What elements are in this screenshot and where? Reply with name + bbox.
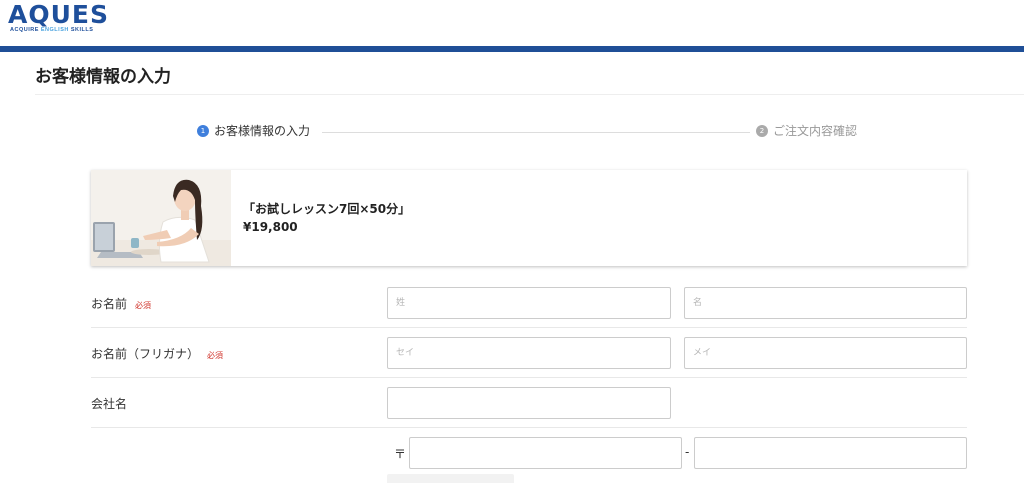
woman-with-laptop-image [91,170,231,266]
product-image [91,170,231,266]
logo-tagline: ACQUIRE ENGLISH SKILLS [10,27,94,33]
required-badge: 必須 [135,301,152,310]
site-header: AQUES ACQUIRE ENGLISH SKILLS [0,0,1024,46]
last-name-kana-input[interactable] [387,337,671,369]
first-name-kana-input[interactable] [684,337,967,369]
product-price: ¥19,800 [243,220,298,234]
company-label: 会社名 [91,397,128,411]
step-number-badge: 2 [756,124,768,137]
last-name-input[interactable] [387,287,671,319]
step-label: ご注文内容確認 [773,124,858,138]
required-badge: 必須 [207,351,224,360]
form-row-postal: 〒 - [91,428,967,483]
step-label: お客様情報の入力 [214,124,311,138]
address-search-button[interactable] [387,474,514,483]
name-label: お名前 必須 [91,297,152,311]
aques-logo[interactable]: AQUES ACQUIRE ENGLISH SKILLS [8,2,118,36]
logo-wordmark: AQUES [8,0,109,29]
postal-dash: - [685,445,690,459]
product-card: 「お試しレッスン7回×50分」 ¥19,800 [91,170,967,266]
first-name-input[interactable] [684,287,967,319]
header-accent-bar [0,46,1024,52]
kana-label: お名前（フリガナ） 必須 [91,347,224,361]
page-title: お客様情報の入力 [35,67,171,87]
postal-code-2-input[interactable] [694,437,967,469]
company-input[interactable] [387,387,671,419]
checkout-steps: 1 お客様情報の入力 2 ご注文内容確認 [0,122,1024,142]
product-name: 「お試しレッスン7回×50分」 [243,202,411,216]
title-divider [35,94,1024,95]
form-row-kana: お名前（フリガナ） 必須 [91,328,967,378]
step-customer-info: 1 お客様情報の入力 [197,122,310,139]
step-connector [322,132,750,133]
step-number-badge: 1 [197,124,209,137]
form-row-name: お名前 必須 [91,278,967,328]
form-row-company: 会社名 [91,378,967,428]
postal-code-1-input[interactable] [409,437,682,469]
step-order-confirm: 2 ご注文内容確認 [756,122,857,139]
postal-mark: 〒 [394,447,407,461]
